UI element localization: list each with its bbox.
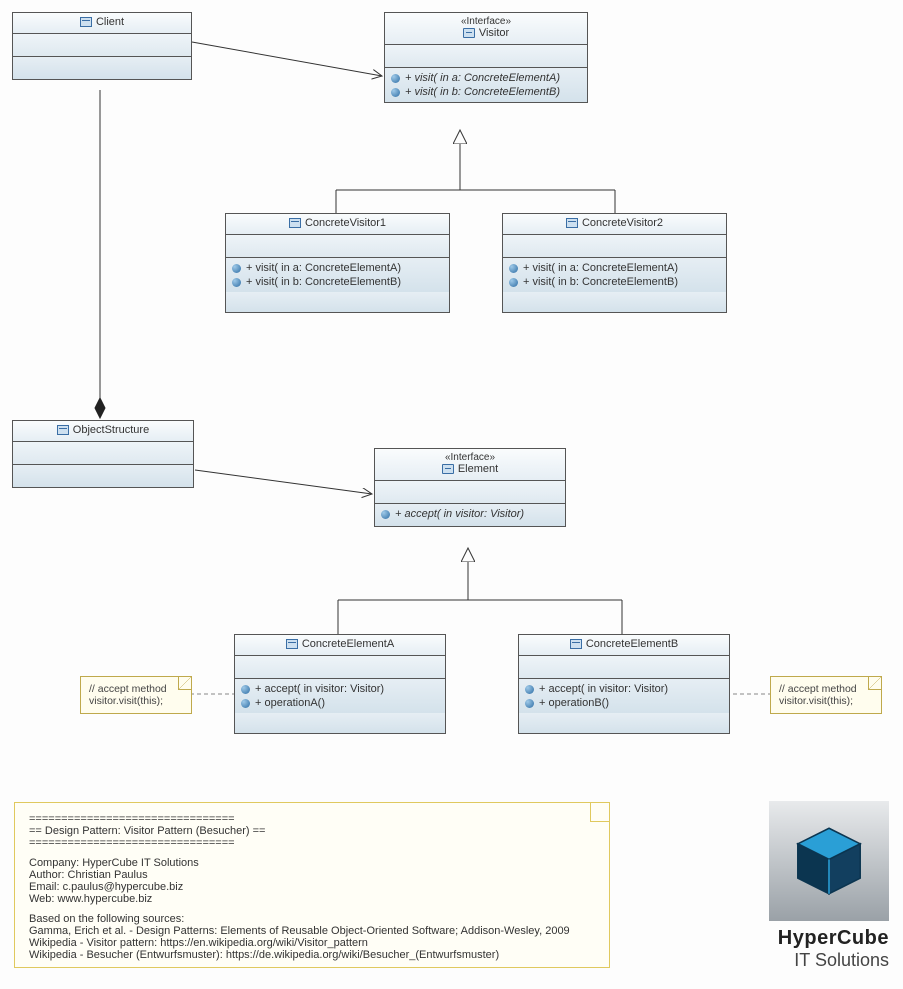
operation-icon: [241, 685, 250, 694]
info-line: ================================: [29, 813, 595, 825]
info-note: ================================ == Desi…: [14, 802, 610, 968]
interface-icon: [463, 28, 475, 38]
info-line: Web: www.hypercube.biz: [29, 893, 595, 905]
class-concrete-element-a: ConcreteElementA + accept( in visitor: V…: [234, 634, 446, 734]
info-line: Wikipedia - Visitor pattern: https://en.…: [29, 937, 595, 949]
note-line: // accept method: [89, 683, 183, 695]
info-line: Based on the following sources:: [29, 913, 595, 925]
operation-icon: [525, 685, 534, 694]
operation-label: + visit( in a: ConcreteElementA): [523, 262, 678, 274]
interface-visitor: «Interface» Visitor + visit( in a: Concr…: [384, 12, 588, 103]
operation-icon: [525, 699, 534, 708]
note-line: visitor.visit(this);: [89, 695, 183, 707]
operation-icon: [232, 278, 241, 287]
class-concrete-element-b: ConcreteElementB + accept( in visitor: V…: [518, 634, 730, 734]
logo-text-line1: HyperCube: [769, 927, 889, 950]
interface-element: «Interface» Element + accept( in visitor…: [374, 448, 566, 527]
class-name: ConcreteElementB: [586, 638, 678, 650]
class-name: Client: [96, 16, 124, 28]
class-icon: [566, 218, 578, 228]
info-line: == Design Pattern: Visitor Pattern (Besu…: [29, 825, 595, 837]
info-line: Wikipedia - Besucher (Entwurfsmuster): h…: [29, 949, 595, 961]
operation-label: + accept( in visitor: Visitor): [539, 683, 668, 695]
class-icon: [289, 218, 301, 228]
stereotype-label: «Interface»: [389, 16, 583, 27]
class-name: ConcreteElementA: [302, 638, 394, 650]
note-line: visitor.visit(this);: [779, 695, 873, 707]
class-name: ObjectStructure: [73, 424, 149, 436]
operation-icon: [381, 510, 390, 519]
operation-label: + accept( in visitor: Visitor): [255, 683, 384, 695]
operation-icon: [241, 699, 250, 708]
class-icon: [80, 17, 92, 27]
operation-icon: [391, 88, 400, 97]
operation-icon: [509, 278, 518, 287]
operation-label: + operationA(): [255, 697, 325, 709]
class-name: ConcreteVisitor2: [582, 217, 663, 229]
info-line: Author: Christian Paulus: [29, 869, 595, 881]
info-line: Email: c.paulus@hypercube.biz: [29, 881, 595, 893]
logo-text-line2: IT Solutions: [769, 950, 889, 971]
interface-name: Visitor: [479, 27, 509, 39]
operation-label: + visit( in b: ConcreteElementB): [246, 276, 401, 288]
interface-icon: [442, 464, 454, 474]
operation-label: + accept( in visitor: Visitor): [395, 508, 524, 520]
class-icon: [286, 639, 298, 649]
class-name: ConcreteVisitor1: [305, 217, 386, 229]
class-client: Client: [12, 12, 192, 80]
class-icon: [57, 425, 69, 435]
operation-icon: [509, 264, 518, 273]
operation-label: + visit( in a: ConcreteElementA): [246, 262, 401, 274]
logo-cube-icon: [769, 801, 889, 921]
info-line: Gamma, Erich et al. - Design Patterns: E…: [29, 925, 595, 937]
info-line: ================================: [29, 837, 595, 849]
operation-icon: [391, 74, 400, 83]
operation-label: + visit( in b: ConcreteElementB): [405, 86, 560, 98]
operation-label: + visit( in b: ConcreteElementB): [523, 276, 678, 288]
class-concrete-visitor-2: ConcreteVisitor2 + visit( in a: Concrete…: [502, 213, 727, 313]
logo: HyperCube IT Solutions: [769, 801, 889, 971]
class-concrete-visitor-1: ConcreteVisitor1 + visit( in a: Concrete…: [225, 213, 450, 313]
stereotype-label: «Interface»: [379, 452, 561, 463]
note-line: // accept method: [779, 683, 873, 695]
interface-name: Element: [458, 463, 498, 475]
operation-icon: [232, 264, 241, 273]
info-line: Company: HyperCube IT Solutions: [29, 857, 595, 869]
class-object-structure: ObjectStructure: [12, 420, 194, 488]
class-icon: [570, 639, 582, 649]
note-accept-left: // accept method visitor.visit(this);: [80, 676, 192, 714]
note-accept-right: // accept method visitor.visit(this);: [770, 676, 882, 714]
operation-label: + visit( in a: ConcreteElementA): [405, 72, 560, 84]
operation-label: + operationB(): [539, 697, 609, 709]
